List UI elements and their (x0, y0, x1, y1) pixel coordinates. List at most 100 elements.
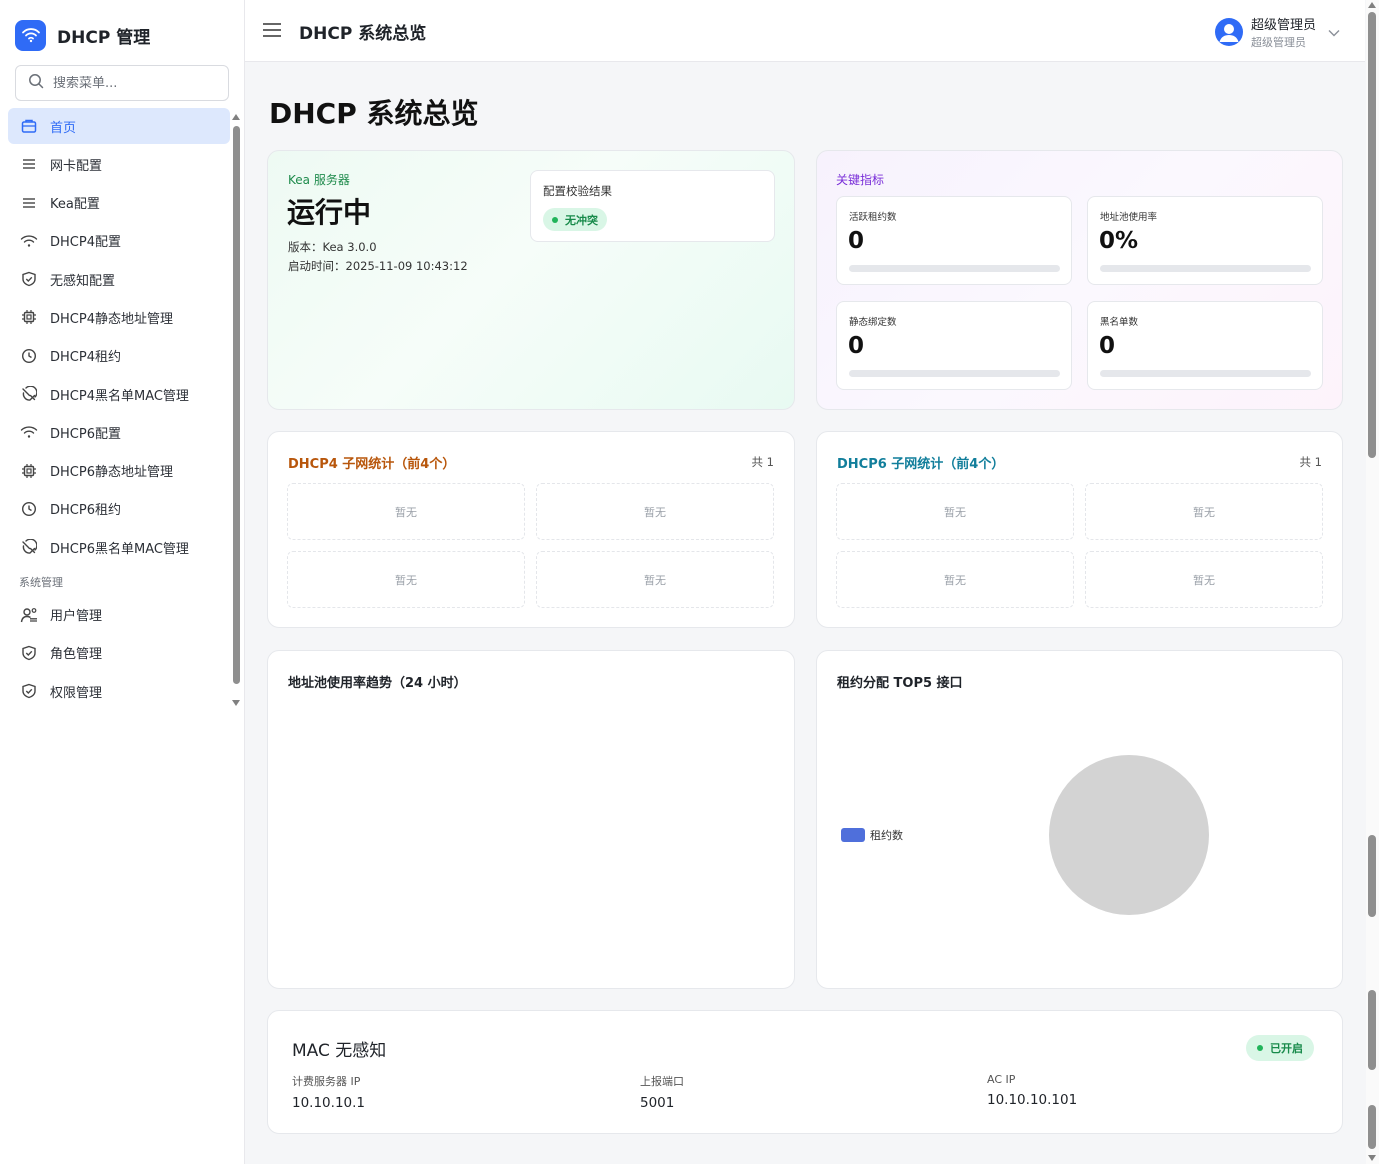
kpi-progress-bar (849, 370, 1060, 377)
dhcp6-subnet-count: 共 1 (1299, 455, 1322, 469)
trend-chart-title: 地址池使用率趋势（24 小时） (288, 676, 467, 691)
kpi-blacklist-count: 黑名单数 0 (1087, 301, 1323, 390)
clock-icon (20, 500, 38, 518)
status-badge: 无冲突 (543, 208, 607, 231)
kea-version: 版本：Kea 3.0.0 (288, 240, 377, 254)
sidebar-item-label: 首页 (50, 120, 77, 136)
sidebar-scrollbar[interactable] (232, 114, 240, 706)
subnet-empty-cell: 暂无 (836, 551, 1074, 608)
kea-server-card: Kea 服务器 运行中 版本：Kea 3.0.0 启动时间：2025-11-09… (267, 150, 795, 410)
chip-icon (20, 462, 38, 480)
kpi-value: 0 (1099, 333, 1116, 359)
config-check-title: 配置校验结果 (543, 184, 612, 198)
kpi-progress-bar (1100, 265, 1311, 272)
status-badge: 已开启 (1246, 1035, 1314, 1061)
kpi-active-leases: 活跃租约数 0 (836, 196, 1072, 285)
dhcp6-subnet-title: DHCP6 子网统计（前4个） (837, 457, 1005, 472)
header-title: DHCP 系统总览 (299, 24, 427, 44)
mac-field-label: 计费服务器 IP (292, 1075, 361, 1088)
kpi-name: 黑名单数 (1100, 317, 1139, 328)
mac-field-report-port: 上报端口 5001 (640, 1073, 684, 1111)
sidebar-item-roles[interactable]: 角色管理 (8, 635, 230, 671)
sidebar-item-label: DHCP4黑名单MAC管理 (50, 388, 189, 404)
block-icon (20, 385, 38, 403)
hamburger-menu-icon[interactable] (263, 22, 281, 38)
sidebar-item-seamless-config[interactable]: 无感知配置 (8, 261, 230, 297)
main-scroll-thumb[interactable] (1368, 835, 1376, 917)
mac-field-value: 10.10.10.101 (987, 1092, 1078, 1108)
user-cog-icon (20, 606, 38, 624)
main-scrollbar[interactable] (1366, 0, 1379, 1164)
sidebar-item-dhcp4-static[interactable]: DHCP4静态地址管理 (8, 299, 230, 335)
sidebar-item-label: 网卡配置 (50, 158, 103, 174)
scroll-down-icon[interactable] (232, 700, 240, 706)
kea-label: Kea 服务器 (288, 173, 350, 187)
dhcp6-subnet-card: DHCP6 子网统计（前4个） 共 1 暂无 暂无 暂无 暂无 (816, 431, 1343, 628)
sidebar-item-dhcp6-blacklist[interactable]: DHCP6黑名单MAC管理 (8, 529, 230, 565)
home-icon (20, 117, 38, 135)
sidebar-item-dhcp4-leases[interactable]: DHCP4租约 (8, 338, 230, 374)
sidebar-scroll-thumb[interactable] (233, 126, 240, 684)
sidebar-item-users[interactable]: 用户管理 (8, 597, 230, 633)
dhcp4-subnet-count: 共 1 (751, 455, 774, 469)
sidebar-item-label: 无感知配置 (50, 273, 116, 289)
mac-field-ac-ip: AC IP 10.10.10.101 (987, 1073, 1077, 1108)
user-menu[interactable]: 超级管理员 超级管理员 (1215, 14, 1340, 50)
subnet-empty-cell: 暂无 (287, 483, 525, 540)
list-icon (20, 155, 38, 173)
top5-chart-title: 租约分配 TOP5 接口 (837, 676, 963, 691)
sidebar-item-kea-config[interactable]: Kea配置 (8, 185, 230, 221)
list-icon (20, 194, 38, 212)
shield-icon (20, 644, 38, 662)
mac-field-value: 5001 (640, 1095, 675, 1111)
sidebar-item-label: DHCP6租约 (50, 503, 121, 519)
chevron-down-icon[interactable] (1328, 22, 1340, 41)
sidebar-item-permissions[interactable]: 权限管理 (8, 673, 230, 709)
sidebar-item-dhcp4-config[interactable]: DHCP4配置 (8, 223, 230, 259)
brand[interactable]: DHCP 管理 (15, 19, 150, 51)
user-role: 超级管理员 (1251, 36, 1306, 49)
sidebar-menu: 首页 网卡配置 Kea配置 DHCP4配置 无感知配置 DHCP4静态地址管理 … (8, 108, 230, 711)
sidebar-item-label: DHCP6静态地址管理 (50, 465, 173, 481)
subnet-empty-cell: 暂无 (287, 551, 525, 608)
scroll-up-icon[interactable] (232, 114, 240, 120)
status-badge-label: 无冲突 (565, 213, 598, 227)
sidebar-item-label: 用户管理 (50, 609, 103, 625)
subnet-empty-cell: 暂无 (836, 483, 1074, 540)
sidebar-item-dhcp6-static[interactable]: DHCP6静态地址管理 (8, 453, 230, 489)
scroll-down-icon[interactable] (1368, 1155, 1376, 1161)
menu-search[interactable] (15, 65, 229, 101)
sidebar-item-dhcp6-config[interactable]: DHCP6配置 (8, 414, 230, 450)
kpi-name: 地址池使用率 (1100, 212, 1158, 223)
status-badge-label: 已开启 (1270, 1042, 1303, 1055)
chart-legend[interactable]: 租约数 (841, 827, 903, 843)
sidebar-item-nic-config[interactable]: 网卡配置 (8, 146, 230, 182)
kpi-static-bindings: 静态绑定数 0 (836, 301, 1072, 390)
config-check-box: 配置校验结果 无冲突 (530, 170, 775, 242)
shield-icon (20, 682, 38, 700)
sidebar-item-label: 权限管理 (50, 685, 103, 701)
main-scroll-thumb[interactable] (1368, 1105, 1376, 1149)
main-scroll-thumb[interactable] (1368, 990, 1376, 1070)
legend-swatch (841, 828, 865, 842)
main-scroll-thumb[interactable] (1368, 12, 1376, 458)
sidebar-item-home[interactable]: 首页 (8, 108, 230, 144)
sidebar-item-label: DHCP4静态地址管理 (50, 311, 173, 327)
sidebar-item-label: Kea配置 (50, 197, 100, 213)
kea-status: 运行中 (287, 196, 372, 229)
sidebar-item-label: DHCP4租约 (50, 350, 121, 366)
chip-icon (20, 308, 38, 326)
kpi-name: 静态绑定数 (849, 317, 897, 328)
top-header: DHCP 系统总览 超级管理员 超级管理员 (245, 0, 1365, 62)
wifi-icon (20, 232, 38, 250)
kpi-card: 关键指标 活跃租约数 0 地址池使用率 0% 静态绑定数 0 黑名单数 0 (816, 150, 1343, 410)
mac-field-value: 10.10.10.1 (292, 1095, 365, 1111)
sidebar-item-dhcp4-blacklist[interactable]: DHCP4黑名单MAC管理 (8, 376, 230, 412)
user-name: 超级管理员 (1251, 18, 1317, 33)
brand-title: DHCP 管理 (57, 27, 151, 48)
kpi-progress-bar (849, 265, 1060, 272)
empty-pie-slice (1049, 755, 1209, 915)
sidebar-item-dhcp6-leases[interactable]: DHCP6租约 (8, 491, 230, 527)
scroll-up-icon[interactable] (1368, 2, 1376, 8)
search-input[interactable] (53, 75, 213, 91)
